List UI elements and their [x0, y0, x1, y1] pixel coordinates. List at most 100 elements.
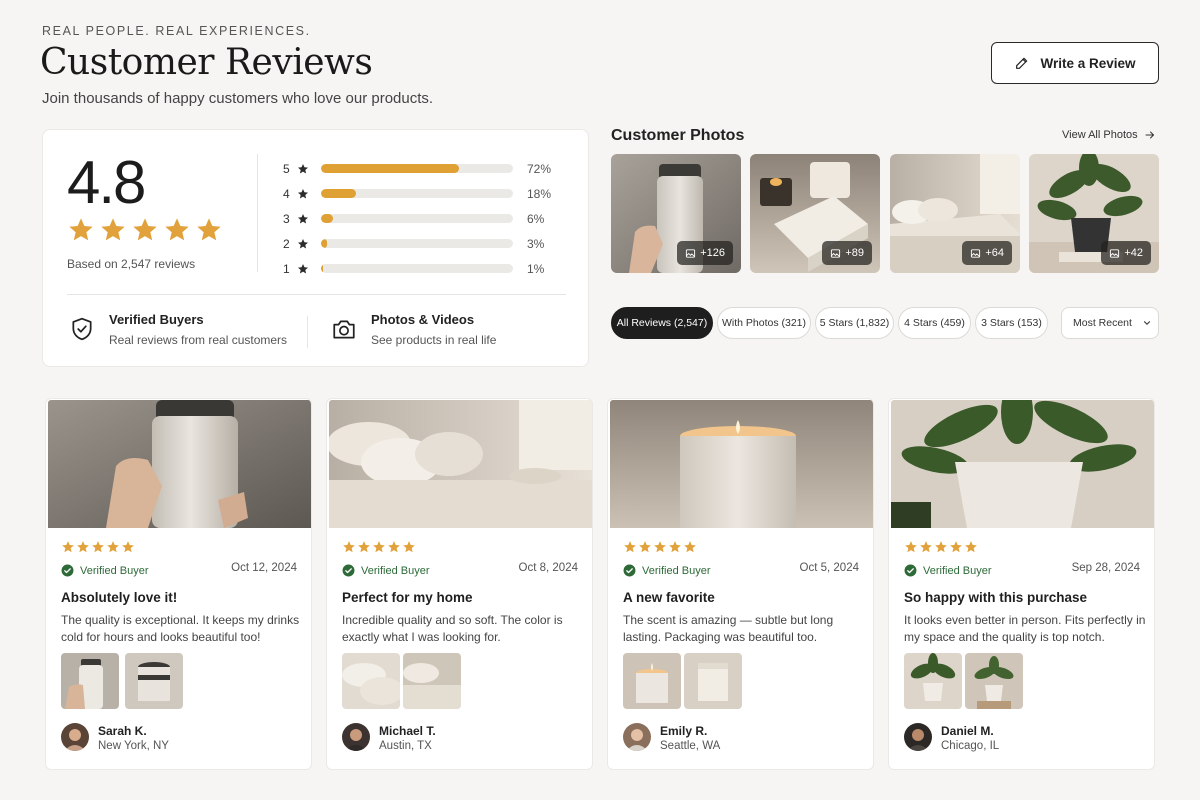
- verified-label: Verified Buyer: [361, 564, 430, 577]
- star-icon: [684, 541, 696, 553]
- customer-photo-tumbler[interactable]: +126: [611, 154, 741, 273]
- rating-bar-fill: [321, 164, 460, 173]
- review-body: It looks even better in person. Fits per…: [904, 613, 1146, 644]
- review-stars: [904, 540, 978, 554]
- photo-count: +64: [985, 247, 1004, 259]
- average-stars: [67, 216, 223, 244]
- avatar: [623, 723, 651, 751]
- filter-5-stars[interactable]: 5 Stars (1,832): [815, 307, 894, 339]
- customer-photo-bedroom[interactable]: +64: [890, 154, 1020, 273]
- photo-count: +89: [845, 247, 864, 259]
- rating-bar-track: [321, 189, 513, 198]
- review-thumbnail[interactable]: [684, 653, 742, 709]
- review-title: A new favorite: [623, 590, 715, 605]
- rating-bar-track: [321, 214, 513, 223]
- reviewer-location: New York, NY: [98, 740, 169, 752]
- review-thumbnail[interactable]: [623, 653, 681, 709]
- review-card[interactable]: Verified Buyer Sep 28, 2024 So happy wit…: [888, 398, 1155, 770]
- star-icon: [403, 541, 415, 553]
- review-stars: [342, 540, 416, 554]
- rating-row-3[interactable]: 3 6%: [283, 206, 551, 231]
- review-thumbnail[interactable]: [403, 653, 461, 709]
- filter-4-stars[interactable]: 4 Stars (459): [898, 307, 971, 339]
- customer-photos-title: Customer Photos: [611, 127, 745, 144]
- review-thumbnail[interactable]: [342, 653, 400, 709]
- feature-verified-buyers: Verified Buyers Real reviews from real c…: [69, 312, 287, 347]
- tumbler-thumbnail: [125, 653, 183, 709]
- reviewer-name: Emily R.: [660, 724, 708, 738]
- rating-bar-fill: [321, 264, 323, 273]
- avatar: [904, 723, 932, 751]
- filter-with-photos[interactable]: With Photos (321): [717, 307, 811, 339]
- review-title: So happy with this purchase: [904, 590, 1088, 605]
- rating-bar-fill: [321, 239, 327, 248]
- filter-all-reviews[interactable]: All Reviews (2,547): [611, 307, 713, 339]
- avatar: [342, 723, 370, 751]
- rating-star-count: 5: [283, 161, 290, 176]
- candle-box-thumbnail: [684, 653, 742, 709]
- sort-label: Most Recent: [1073, 317, 1132, 329]
- view-all-label: View All Photos: [1062, 129, 1138, 141]
- verified-label: Verified Buyer: [923, 564, 992, 577]
- page-subtitle: Join thousands of happy customers who lo…: [42, 90, 434, 107]
- review-photo[interactable]: [48, 400, 311, 528]
- write-review-button[interactable]: Write a Review: [991, 42, 1159, 84]
- plant-thumbnail: [904, 653, 962, 709]
- review-card[interactable]: Verified Buyer Oct 8, 2024 Perfect for m…: [326, 398, 593, 770]
- bedding-thumbnail: [403, 653, 461, 709]
- shield-check-icon: [72, 317, 92, 341]
- review-count: Based on 2,547 reviews: [67, 257, 196, 271]
- review-photo[interactable]: [329, 400, 592, 528]
- star-icon: [965, 541, 977, 553]
- star-icon: [77, 541, 89, 553]
- eyebrow-text: REAL PEOPLE. REAL EXPERIENCES.: [42, 24, 311, 38]
- reviewer-location: Chicago, IL: [941, 740, 1000, 752]
- verified-badge: Verified Buyer: [904, 564, 991, 577]
- verified-label: Verified Buyer: [642, 564, 711, 577]
- review-photo[interactable]: [891, 400, 1154, 528]
- rating-percent: 3%: [527, 236, 545, 251]
- review-stars: [623, 540, 697, 554]
- customer-photo-candle-box[interactable]: +89: [750, 154, 880, 273]
- photo-count: +126: [700, 247, 725, 259]
- review-thumbnail[interactable]: [125, 653, 183, 709]
- rating-star-count: 4: [283, 186, 290, 201]
- star-icon: [298, 263, 308, 273]
- photo-count: +42: [1124, 247, 1143, 259]
- review-thumbnail[interactable]: [904, 653, 962, 709]
- star-icon: [624, 541, 636, 553]
- review-date: Sep 28, 2024: [1071, 562, 1140, 574]
- rating-row-4[interactable]: 4 18%: [283, 181, 551, 206]
- rating-row-2[interactable]: 2 3%: [283, 231, 551, 256]
- rating-row-1[interactable]: 1 1%: [283, 256, 551, 281]
- star-icon: [165, 218, 189, 241]
- filter-3-stars[interactable]: 3 Stars (153): [975, 307, 1048, 339]
- average-rating: 4.8: [67, 149, 146, 216]
- photo-count-badge: +126: [677, 241, 733, 265]
- review-thumbnail[interactable]: [61, 653, 119, 709]
- divider: [257, 154, 258, 272]
- image-icon: [1110, 248, 1120, 258]
- star-icon: [669, 541, 681, 553]
- reviewer-location: Seattle, WA: [660, 740, 721, 752]
- feature-title: Photos & Videos: [371, 312, 475, 327]
- check-circle-icon: [904, 564, 917, 577]
- reviewer-name: Michael T.: [379, 724, 436, 738]
- view-all-photos-link[interactable]: View All Photos: [1062, 129, 1156, 141]
- rating-percent: 6%: [527, 211, 545, 226]
- review-card[interactable]: Verified Buyer Oct 5, 2024 A new favorit…: [607, 398, 874, 770]
- photo-count-badge: +64: [962, 241, 1012, 265]
- rating-bar-track: [321, 164, 513, 173]
- rating-row-5[interactable]: 5 72%: [283, 156, 551, 181]
- review-card[interactable]: Verified Buyer Oct 12, 2024 Absolutely l…: [45, 398, 312, 770]
- sort-dropdown[interactable]: Most Recent: [1061, 307, 1159, 339]
- review-thumbnail[interactable]: [965, 653, 1023, 709]
- feature-title: Verified Buyers: [109, 312, 204, 327]
- rating-distribution: 5 72% 4 18% 3 6% 2 3% 1 1%: [283, 156, 551, 281]
- star-icon: [639, 541, 651, 553]
- rating-percent: 18%: [527, 186, 552, 201]
- star-icon: [654, 541, 666, 553]
- review-body: The quality is exceptional. It keeps my …: [61, 613, 300, 644]
- customer-photo-plant[interactable]: +42: [1029, 154, 1159, 273]
- review-photo[interactable]: [610, 400, 873, 528]
